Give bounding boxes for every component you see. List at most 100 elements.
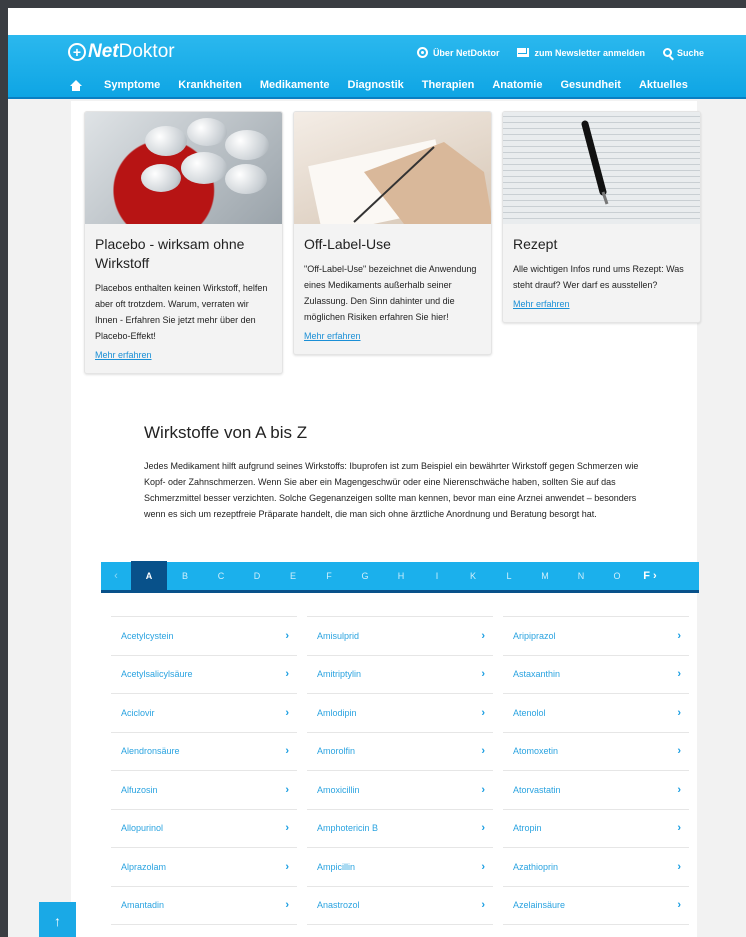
chevron-right-icon: › [677,822,681,835]
drug-name: Amphotericin B [317,823,379,834]
drug-list-item[interactable]: Amphotericin B › [307,808,493,848]
drug-list-item[interactable]: Allopurinol › [111,808,297,848]
drug-list-item[interactable]: Amantadin › [111,885,297,925]
drug-list-item[interactable]: Atenolol › [503,693,689,732]
page: + Net Doktor Über NetDoktor zum Newslette… [8,8,746,937]
chevron-right-icon: › [481,668,485,681]
more-link[interactable]: Mehr erfahren [513,299,570,309]
logo-light: Doktor [118,41,175,62]
drug-list-item[interactable]: Ambroxol› [111,924,297,937]
more-link[interactable]: Mehr erfahren [95,350,152,360]
letter-b[interactable]: B [167,561,203,592]
chevron-right-icon: › [285,783,289,796]
letter-i[interactable]: I [419,561,455,592]
chevron-right-icon: › [285,629,289,642]
chevron-right-icon: › [677,706,681,719]
letter-f[interactable]: F [311,561,347,592]
letter-k[interactable]: K [455,561,491,592]
drug-list-item[interactable]: Alfuzosin › [111,770,297,809]
drug-name: Acetylsalicylsäure [121,669,193,680]
nav-item-gesundheit[interactable]: Gesundheit [560,79,621,91]
cross-plus-icon: + [68,43,86,61]
drug-list-item[interactable]: Aciclovir › [111,693,297,732]
netdoktor-logo[interactable]: + Net Doktor [68,41,175,63]
letter-o[interactable]: O [599,561,635,592]
chevron-right-icon: › [285,899,289,912]
letter-c[interactable]: C [203,561,239,592]
drug-name: Azathioprin [513,861,559,872]
card-placebo[interactable]: Placebo - wirksam ohne Wirkstoff Placebo… [84,111,283,374]
drug-list-item[interactable]: Azathioprin › [503,847,689,886]
chevron-right-icon: › [285,745,289,758]
back-to-top-button[interactable]: ↑ [39,902,76,937]
nav-item-aktuelles[interactable]: Aktuelles [639,79,688,91]
drug-list-item[interactable]: Anastrozol › [307,885,493,925]
nav-item-therapien[interactable]: Therapien [422,79,475,91]
letter-d[interactable]: D [239,561,275,592]
home-icon[interactable] [70,79,82,91]
drug-list-item[interactable]: Acetylsalicylsäure › [111,654,297,694]
letter-l[interactable]: L [491,561,527,592]
nav-item-medikamente[interactable]: Medikamente [260,79,330,91]
letter-h[interactable]: H [383,561,419,592]
letter-a[interactable]: A [131,560,167,592]
letter-g[interactable]: G [347,561,383,592]
drug-list-item[interactable]: Atomoxetin › [503,731,689,771]
drug-name: Ampicillin [317,861,356,872]
drug-list-item[interactable]: Acetylcystein › [111,616,297,655]
chevron-right-icon: › [481,783,485,796]
nav-item-krankheiten[interactable]: Krankheiten [178,79,242,91]
chevron-right-icon: › [481,629,485,642]
chevron-right-icon: › [481,860,485,873]
letter-m[interactable]: M [527,561,563,592]
drug-list-item[interactable]: Aripiprazol › [503,616,689,655]
drug-list-item[interactable]: Alendronsäure › [111,731,297,771]
site-header: + Net Doktor Über NetDoktor zum Newslette… [8,35,746,99]
nav-item-anatomie[interactable]: Anatomie [492,79,542,91]
about-link-label: Über NetDoktor [432,47,500,58]
letter-e[interactable]: E [275,561,311,592]
chevron-right-icon: › [285,822,289,835]
drug-list-item[interactable]: Apomorphin› [307,924,493,937]
mail-icon [517,48,530,57]
chevron-right-icon: › [677,629,681,642]
drug-list-item[interactable]: Azelainsäure › [503,885,689,925]
drug-name: Amorolfin [317,746,356,757]
drug-list-item[interactable]: Amisulprid › [307,616,493,655]
drug-name: Amantadin [121,900,165,911]
drug-list-item[interactable]: Ampicillin › [307,847,493,886]
letter-n[interactable]: N [563,561,599,592]
drug-list-item[interactable]: Astaxanthin › [503,654,689,694]
letter-next-button[interactable]: F › [635,570,665,582]
drug-list-item[interactable]: Amoxicillin › [307,770,493,809]
drug-name: Alfuzosin [121,784,158,795]
drug-name: Atropin [513,823,542,834]
drug-list-item[interactable]: Azelastin› [503,924,689,937]
main-nav: Symptome Krankheiten Medikamente Diagnos… [70,79,706,91]
drug-name: Aripiprazol [513,630,556,641]
card-title: Placebo - wirksam ohne Wirkstoff [95,236,245,271]
card-off-label-use[interactable]: Off-Label-Use "Off-Label-Use" bezeichnet… [293,111,492,355]
drug-list-item[interactable]: Amlodipin › [307,693,493,732]
letter-prev-button[interactable]: ‹ [101,570,131,582]
card-rezept[interactable]: Rezept Alle wichtigen Infos rund ums Rez… [502,111,701,323]
more-link[interactable]: Mehr erfahren [304,331,361,341]
drug-name: Allopurinol [121,823,164,834]
nav-item-diagnostik[interactable]: Diagnostik [348,79,404,91]
search-link[interactable]: Suche [662,48,704,58]
drug-list-item[interactable]: Amorolfin › [307,731,493,771]
about-link[interactable]: Über NetDoktor [416,47,500,58]
chevron-right-icon: › [481,745,485,758]
nav-item-symptome[interactable]: Symptome [104,79,160,91]
chevron-right-icon: › [481,706,485,719]
drug-list-item[interactable]: Amitriptylin › [307,654,493,694]
drug-list-item[interactable]: Atropin › [503,808,689,848]
drug-list-item[interactable]: Atorvastatin › [503,770,689,809]
newsletter-link-label: zum Newsletter anmelden [534,47,645,58]
info-circle-icon [416,47,428,58]
main-content: Placebo - wirksam ohne Wirkstoff Placebo… [71,101,701,937]
drug-list: Acetylcystein › Amisulprid › Aripiprazol › Ace… [111,616,691,937]
drug-name: Amlodipin [317,707,357,718]
drug-list-item[interactable]: Alprazolam › [111,847,297,886]
newsletter-link[interactable]: zum Newsletter anmelden [517,48,645,58]
